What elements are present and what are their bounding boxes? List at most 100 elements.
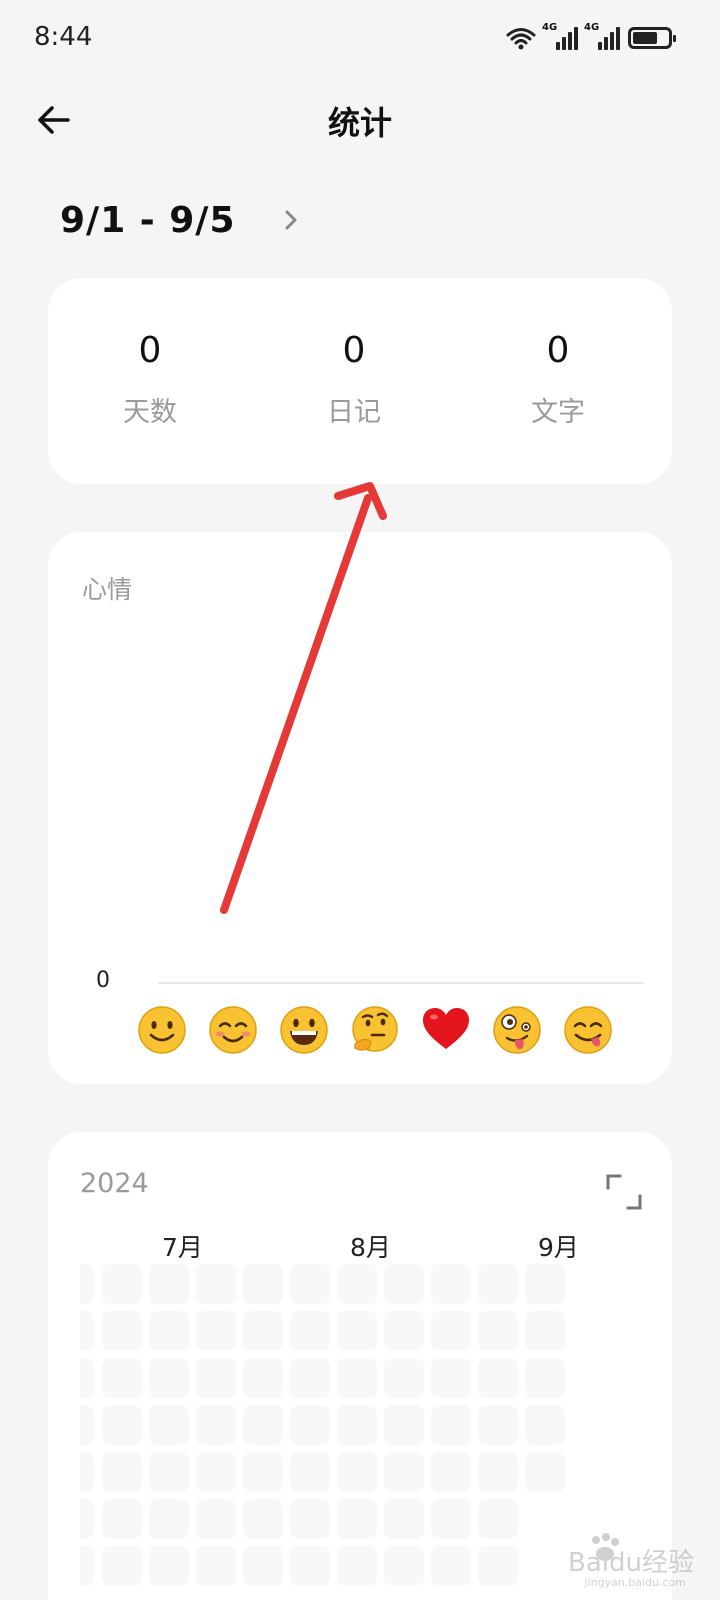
date-range-label: 9/1 - 9/5 [60, 199, 236, 241]
heatmap-cell [290, 1311, 330, 1351]
heatmap-cell [196, 1358, 236, 1398]
heatmap-cell [478, 1405, 518, 1445]
heatmap-cell [149, 1546, 189, 1586]
heatmap-cell [196, 1264, 236, 1304]
heatmap-cell [80, 1452, 94, 1492]
heatmap-cell [243, 1311, 283, 1351]
network-type-label: 4G [542, 22, 558, 33]
heatmap-cell [431, 1358, 471, 1398]
stat-label: 天数 [123, 397, 177, 428]
heatmap-cell [243, 1405, 283, 1445]
heatmap-cell [149, 1264, 189, 1304]
heatmap-cell [337, 1311, 377, 1351]
stat-label: 日记 [327, 397, 381, 428]
heatmap-cell [431, 1499, 471, 1539]
heatmap-cell [431, 1311, 471, 1351]
month-label: 7月 [162, 1233, 203, 1262]
network-type-label: 4G [584, 22, 600, 33]
zany-emoji-icon [493, 1006, 541, 1054]
heatmap-cell [243, 1499, 283, 1539]
battery-icon [628, 27, 676, 49]
watermark: Baidu经验 jingyan.baidu.com [552, 1530, 702, 1594]
heatmap-cell [149, 1311, 189, 1351]
yum-emoji-icon [564, 1006, 612, 1054]
heatmap-cell [525, 1358, 565, 1398]
heatmap-cell [431, 1452, 471, 1492]
heatmap-cell [196, 1405, 236, 1445]
watermark-subtext: jingyan.baidu.com [584, 1576, 686, 1589]
heatmap-cell [149, 1405, 189, 1445]
heatmap-cell [243, 1358, 283, 1398]
smile-emoji-icon [138, 1006, 186, 1054]
heatmap-cell [384, 1405, 424, 1445]
heatmap-cell [102, 1452, 142, 1492]
heatmap-cell [149, 1452, 189, 1492]
heatmap-cell [478, 1264, 518, 1304]
year-label: 2024 [80, 1168, 149, 1199]
heatmap-cell [337, 1264, 377, 1304]
heatmap-cell [290, 1264, 330, 1304]
heatmap-cell [337, 1405, 377, 1445]
summary-card: 0 天数 0 日记 0 文字 [48, 278, 672, 484]
heatmap-cell [196, 1546, 236, 1586]
blush-emoji-icon [209, 1006, 257, 1054]
heatmap-cell [478, 1452, 518, 1492]
page-title: 统计 [327, 104, 392, 142]
chevron-right-icon[interactable] [276, 205, 306, 235]
heatmap-cell [243, 1264, 283, 1304]
heatmap-cell [102, 1311, 142, 1351]
stat-value: 0 [342, 330, 366, 371]
heatmap-cell [102, 1546, 142, 1586]
month-label: 8月 [350, 1233, 391, 1262]
heatmap-cell [102, 1405, 142, 1445]
heatmap-cell [80, 1405, 94, 1445]
heatmap-cell [243, 1546, 283, 1586]
heatmap-cell [337, 1546, 377, 1586]
heatmap-cell [80, 1264, 94, 1304]
stat-value: 0 [138, 330, 162, 371]
heatmap-cell [102, 1264, 142, 1304]
heatmap-cell [384, 1264, 424, 1304]
heatmap-cell [149, 1499, 189, 1539]
heatmap-cell [196, 1311, 236, 1351]
heatmap-cell [525, 1405, 565, 1445]
signal-icon: 4G [542, 22, 578, 50]
heatmap-cell [478, 1311, 518, 1351]
heatmap-cell [290, 1358, 330, 1398]
heatmap-cell [80, 1499, 94, 1539]
heatmap-cell [525, 1264, 565, 1304]
heatmap-cell [290, 1499, 330, 1539]
heatmap-cell [431, 1405, 471, 1445]
heatmap-cell [80, 1311, 94, 1351]
heatmap-cell [384, 1452, 424, 1492]
grin-emoji-icon [280, 1006, 328, 1054]
heatmap-cell [384, 1499, 424, 1539]
mood-axis-value: 0 [96, 968, 110, 993]
stat-words: 0 文字 [458, 330, 658, 429]
heatmap-cell [478, 1546, 518, 1586]
stat-days: 0 天数 [50, 330, 250, 429]
status-icons: 4G 4G [506, 22, 676, 52]
header: 统计 [0, 80, 720, 156]
heatmap-cell [80, 1358, 94, 1398]
mood-axis-line [158, 982, 644, 984]
date-range-selector[interactable]: 9/1 - 9/5 [60, 192, 306, 248]
heatmap-cell [431, 1264, 471, 1304]
heatmap-cell [102, 1499, 142, 1539]
stat-label: 文字 [531, 397, 585, 428]
heatmap-cell [384, 1546, 424, 1586]
heatmap-cell [337, 1358, 377, 1398]
heatmap-cell [290, 1405, 330, 1445]
heatmap-cell [478, 1499, 518, 1539]
heatmap-cell [290, 1452, 330, 1492]
heatmap-cell [384, 1358, 424, 1398]
wifi-icon [506, 28, 536, 50]
heatmap-cell [525, 1311, 565, 1351]
expand-icon[interactable] [604, 1172, 644, 1212]
heatmap-cell [337, 1499, 377, 1539]
stat-diaries: 0 日记 [254, 330, 454, 429]
heatmap-cell [196, 1499, 236, 1539]
heatmap-cell [149, 1358, 189, 1398]
heatmap-cell [80, 1546, 94, 1586]
heatmap-cell [337, 1452, 377, 1492]
